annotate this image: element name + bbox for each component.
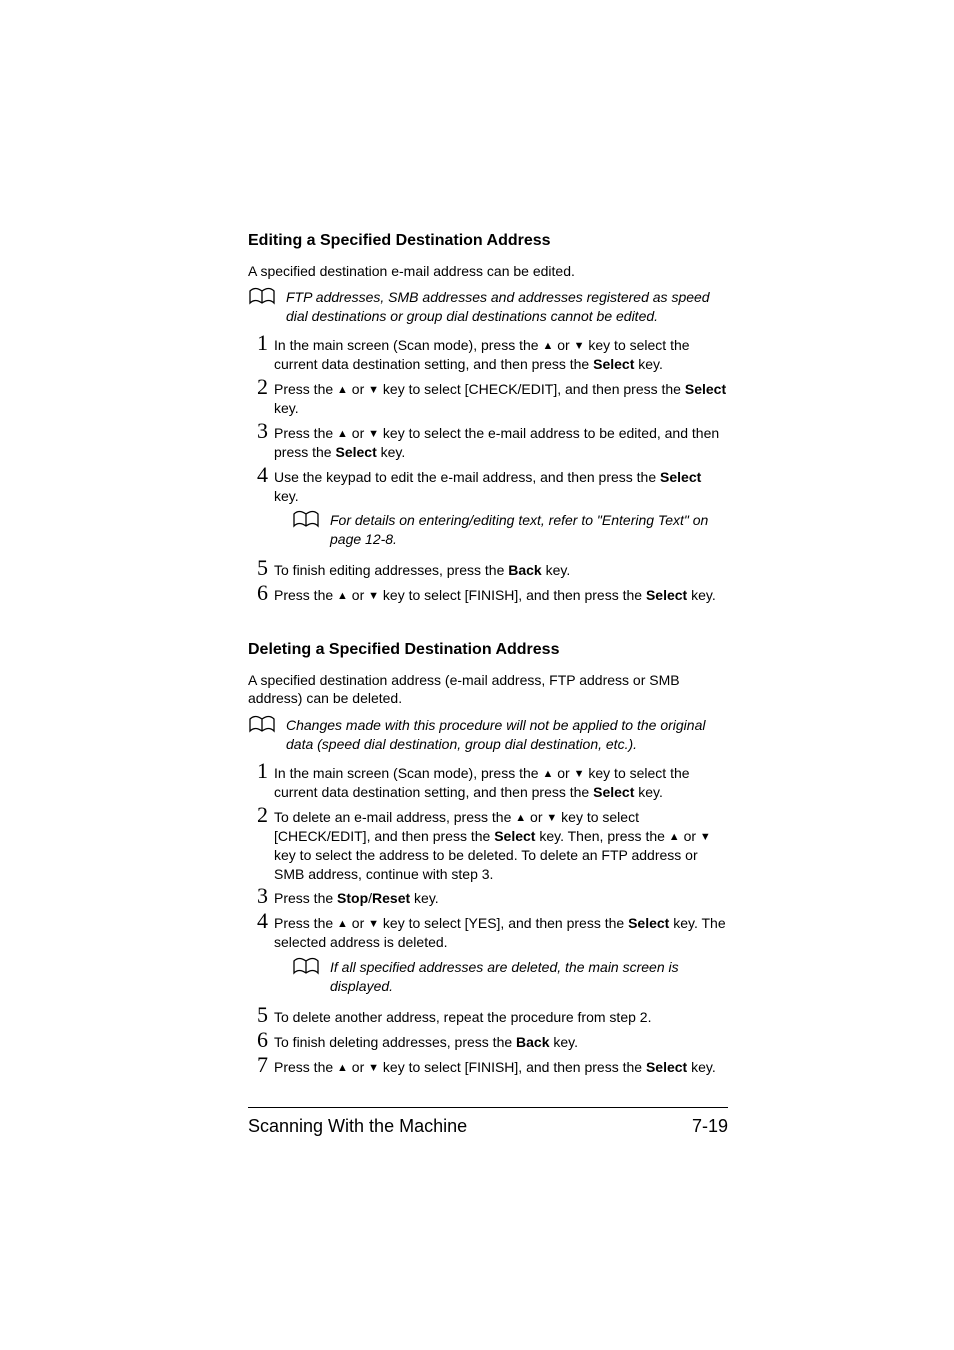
up-arrow-icon: ▲ (337, 1062, 348, 1074)
up-arrow-icon: ▲ (337, 590, 348, 602)
step-number: 3 (248, 420, 268, 442)
page-number: 7-19 (692, 1114, 728, 1138)
step-1-del: 1 In the main screen (Scan mode), press … (248, 760, 728, 802)
step-2: 2 Press the ▲ or ▼ key to select [CHECK/… (248, 376, 728, 418)
down-arrow-icon: ▼ (368, 918, 379, 930)
step-2-del: 2 To delete an e-mail address, press the… (248, 804, 728, 884)
up-arrow-icon: ▲ (337, 384, 348, 396)
step-body: Press the ▲ or ▼ key to select the e-mai… (274, 420, 728, 462)
step-number: 6 (248, 582, 268, 604)
step-body: In the main screen (Scan mode), press th… (274, 332, 728, 374)
up-arrow-icon: ▲ (515, 812, 526, 824)
up-arrow-icon: ▲ (337, 428, 348, 440)
step-body: To delete another address, repeat the pr… (274, 1004, 728, 1027)
note-text: FTP addresses, SMB addresses and address… (286, 288, 728, 326)
step-body: Press the Stop/Reset key. (274, 885, 728, 908)
down-arrow-icon: ▼ (368, 590, 379, 602)
down-arrow-icon: ▼ (368, 1062, 379, 1074)
step-4-del: 4 Press the ▲ or ▼ key to select [YES], … (248, 910, 728, 1002)
note-step4-del: If all specified addresses are deleted, … (292, 958, 728, 996)
up-arrow-icon: ▲ (542, 340, 553, 352)
step-number: 6 (248, 1029, 268, 1051)
step-3: 3 Press the ▲ or ▼ key to select the e-m… (248, 420, 728, 462)
step-body: Use the keypad to edit the e-mail addres… (274, 464, 728, 556)
step-body: Press the ▲ or ▼ key to select [YES], an… (274, 910, 728, 1002)
down-arrow-icon: ▼ (368, 428, 379, 440)
footer-rule (248, 1107, 728, 1108)
down-arrow-icon: ▼ (700, 831, 711, 843)
step-body: Press the ▲ or ▼ key to select [FINISH],… (274, 582, 728, 605)
footer-title: Scanning With the Machine (248, 1114, 467, 1138)
step-number: 1 (248, 760, 268, 782)
up-arrow-icon: ▲ (669, 831, 680, 843)
intro-editing: A specified destination e-mail address c… (248, 262, 728, 281)
document-page: Editing a Specified Destination Address … (0, 0, 954, 1350)
up-arrow-icon: ▲ (542, 768, 553, 780)
step-number: 3 (248, 885, 268, 907)
step-body: In the main screen (Scan mode), press th… (274, 760, 728, 802)
note-text: For details on entering/editing text, re… (330, 511, 728, 549)
step-number: 5 (248, 1004, 268, 1026)
step-body: To delete an e-mail address, press the ▲… (274, 804, 728, 884)
note-editing: FTP addresses, SMB addresses and address… (248, 288, 728, 326)
step-body: Press the ▲ or ▼ key to select [CHECK/ED… (274, 376, 728, 418)
step-number: 1 (248, 332, 268, 354)
content-area: Editing a Specified Destination Address … (248, 230, 728, 1138)
down-arrow-icon: ▼ (574, 340, 585, 352)
book-icon (248, 286, 276, 311)
up-arrow-icon: ▲ (337, 918, 348, 930)
step-6-del: 6 To finish deleting addresses, press th… (248, 1029, 728, 1052)
step-5: 5 To finish editing addresses, press the… (248, 557, 728, 580)
note-text: Changes made with this procedure will no… (286, 716, 728, 754)
heading-deleting: Deleting a Specified Destination Address (248, 639, 728, 661)
down-arrow-icon: ▼ (574, 768, 585, 780)
book-icon (292, 509, 320, 534)
note-step4: For details on entering/editing text, re… (292, 511, 728, 549)
intro-deleting: A specified destination address (e-mail … (248, 671, 728, 709)
step-4: 4 Use the keypad to edit the e-mail addr… (248, 464, 728, 556)
step-number: 4 (248, 910, 268, 932)
page-footer: Scanning With the Machine 7-19 (248, 1114, 728, 1138)
step-body: To finish deleting addresses, press the … (274, 1029, 728, 1052)
heading-editing: Editing a Specified Destination Address (248, 230, 728, 252)
step-number: 2 (248, 804, 268, 826)
book-icon (248, 714, 276, 739)
step-7-del: 7 Press the ▲ or ▼ key to select [FINISH… (248, 1054, 728, 1077)
step-1: 1 In the main screen (Scan mode), press … (248, 332, 728, 374)
step-number: 4 (248, 464, 268, 486)
step-number: 5 (248, 557, 268, 579)
book-icon (292, 956, 320, 981)
step-5-del: 5 To delete another address, repeat the … (248, 1004, 728, 1027)
step-body: To finish editing addresses, press the B… (274, 557, 728, 580)
down-arrow-icon: ▼ (368, 384, 379, 396)
note-deleting: Changes made with this procedure will no… (248, 716, 728, 754)
step-6: 6 Press the ▲ or ▼ key to select [FINISH… (248, 582, 728, 605)
step-body: Press the ▲ or ▼ key to select [FINISH],… (274, 1054, 728, 1077)
step-number: 2 (248, 376, 268, 398)
note-text: If all specified addresses are deleted, … (330, 958, 728, 996)
step-3-del: 3 Press the Stop/Reset key. (248, 885, 728, 908)
step-number: 7 (248, 1054, 268, 1076)
down-arrow-icon: ▼ (546, 812, 557, 824)
